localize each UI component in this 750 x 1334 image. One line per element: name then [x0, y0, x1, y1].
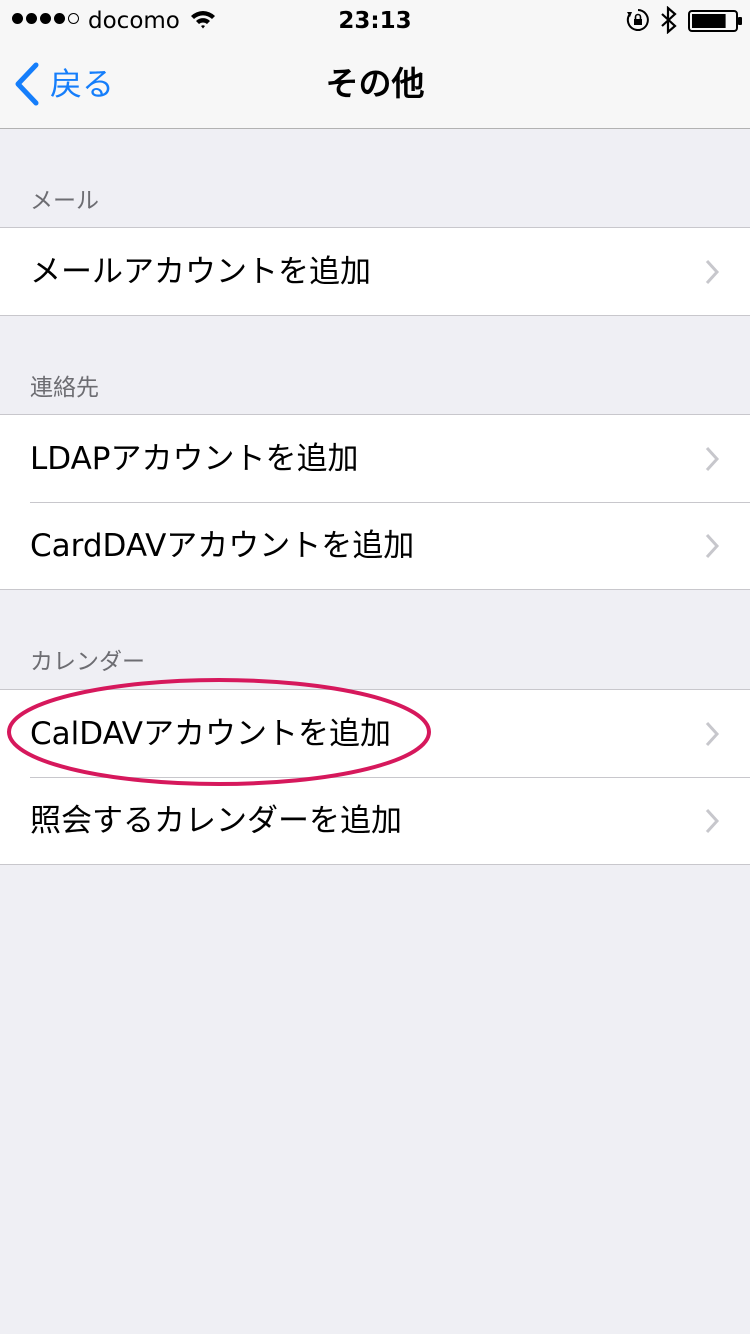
- group-mail: メールアカウントを追加: [0, 227, 750, 316]
- navigation-bar: 戻る その他: [0, 40, 750, 129]
- chevron-right-icon: [705, 721, 720, 747]
- group-calendar: CalDAVアカウントを追加 照会するカレンダーを追加: [0, 689, 750, 865]
- chevron-right-icon: [705, 808, 720, 834]
- rotation-lock-icon: [626, 9, 649, 31]
- chevron-right-icon: [705, 533, 720, 559]
- page-title: その他: [325, 64, 425, 103]
- chevron-right-icon: [705, 259, 720, 285]
- section-header-mail: メール: [30, 188, 99, 214]
- row-add-caldav-account[interactable]: CalDAVアカウントを追加: [0, 690, 750, 777]
- status-bar: docomo 23:13: [0, 0, 750, 40]
- section-header-calendar: カレンダー: [30, 649, 145, 675]
- row-label: LDAPアカウントを追加: [30, 440, 359, 477]
- row-label: メールアカウントを追加: [30, 253, 371, 290]
- row-label: CardDAVアカウントを追加: [30, 527, 415, 564]
- battery-icon: [688, 10, 742, 32]
- row-add-subscribed-calendar[interactable]: 照会するカレンダーを追加: [0, 777, 750, 864]
- row-add-carddav-account[interactable]: CardDAVアカウントを追加: [0, 502, 750, 589]
- row-add-ldap-account[interactable]: LDAPアカウントを追加: [0, 415, 750, 502]
- bluetooth-icon: [661, 6, 677, 34]
- chevron-right-icon: [705, 446, 720, 472]
- group-contacts: LDAPアカウントを追加 CardDAVアカウントを追加: [0, 414, 750, 590]
- row-add-mail-account[interactable]: メールアカウントを追加: [0, 228, 750, 315]
- row-label: 照会するカレンダーを追加: [30, 802, 402, 839]
- section-header-contacts: 連絡先: [30, 375, 99, 401]
- row-label: CalDAVアカウントを追加: [30, 715, 392, 752]
